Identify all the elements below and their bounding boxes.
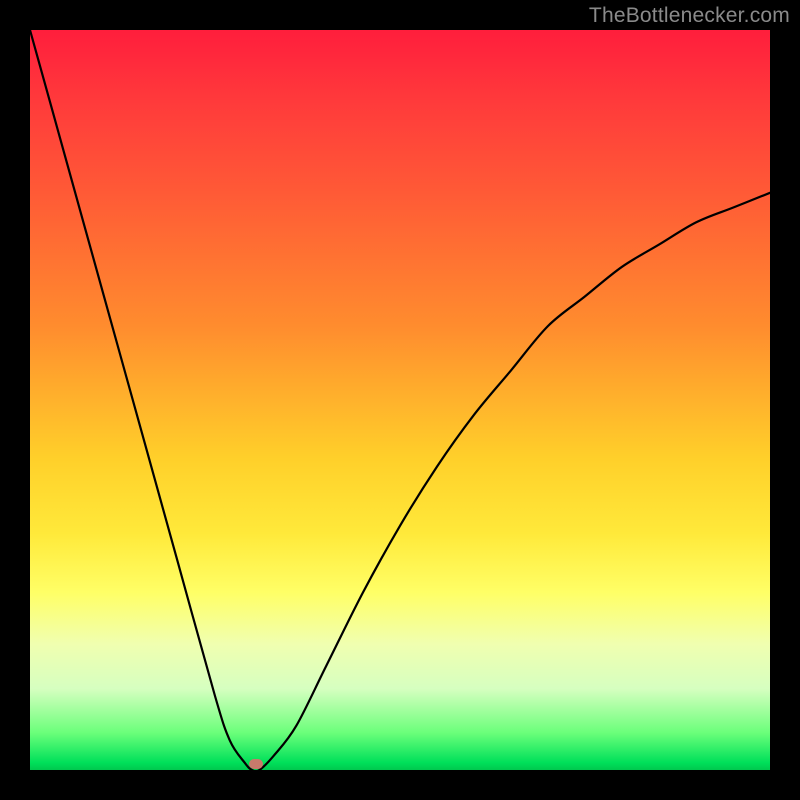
optimal-marker [249, 759, 263, 769]
bottleneck-curve [30, 30, 770, 770]
plot-area [30, 30, 770, 770]
watermark-text: TheBottlenecker.com [589, 4, 790, 28]
chart-frame: TheBottlenecker.com [0, 0, 800, 800]
